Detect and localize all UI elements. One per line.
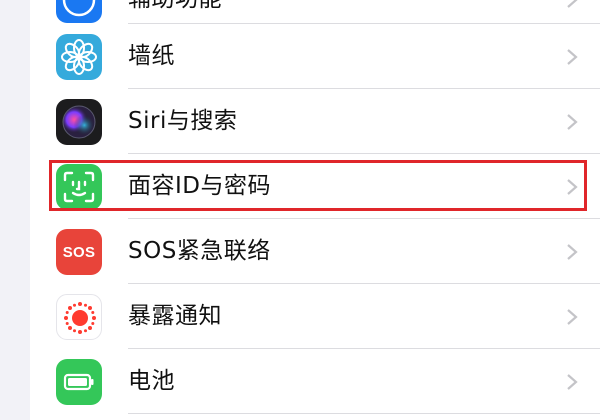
- accessibility-icon: [56, 0, 102, 23]
- settings-row-label: Siri与搜索: [128, 108, 238, 134]
- sos-icon-text: SOS: [62, 243, 96, 261]
- settings-row-sos[interactable]: SOS SOS紧急联络: [30, 219, 600, 283]
- settings-row-label: 暴露通知: [128, 303, 222, 329]
- exposure-icon: [56, 294, 102, 340]
- settings-row-label: 面容ID与密码: [128, 173, 271, 199]
- chevron-right-icon: [567, 374, 578, 390]
- settings-row-siri[interactable]: Siri与搜索: [30, 89, 600, 153]
- siri-icon: [56, 99, 102, 145]
- divider: [128, 413, 600, 414]
- settings-row-label: 墙纸: [128, 43, 175, 69]
- chevron-right-icon: [567, 0, 578, 8]
- chevron-right-icon: [567, 114, 578, 130]
- settings-row-label: SOS紧急联络: [128, 238, 271, 264]
- settings-row-battery[interactable]: 电池: [30, 349, 600, 413]
- settings-row-wallpaper[interactable]: 墙纸: [30, 24, 600, 88]
- battery-icon: [56, 359, 102, 405]
- settings-row-label: 电池: [128, 368, 175, 394]
- chevron-right-icon: [567, 309, 578, 325]
- settings-row-face-id[interactable]: 面容ID与密码: [30, 154, 600, 218]
- sos-icon: SOS: [56, 229, 102, 275]
- chevron-right-icon: [567, 244, 578, 260]
- chevron-right-icon: [567, 179, 578, 195]
- face-id-icon: [56, 164, 102, 210]
- flower-icon: [56, 34, 102, 80]
- settings-row-exposure[interactable]: 暴露通知: [30, 284, 600, 348]
- chevron-right-icon: [567, 49, 578, 65]
